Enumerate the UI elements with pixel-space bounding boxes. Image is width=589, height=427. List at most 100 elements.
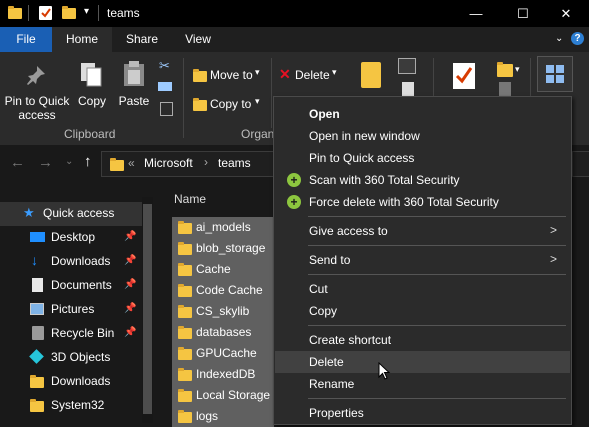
properties-icon[interactable] [39, 6, 52, 20]
menu-label: Open [309, 107, 340, 121]
menu-item-rename[interactable]: Rename [275, 373, 570, 395]
nav-item-recycle-bin[interactable]: Recycle Bin 📌 [0, 322, 142, 346]
menu-item-create-shortcut[interactable]: Create shortcut [275, 329, 570, 351]
cube-icon [29, 349, 44, 364]
move-to-dropdown-icon: ▾ [255, 67, 260, 77]
nav-item-downloads[interactable]: ↓ Downloads 📌 [0, 250, 142, 274]
properties-large-icon[interactable] [452, 62, 476, 90]
nav-item-downloads-folder[interactable]: Downloads [0, 370, 142, 394]
menu-separator [308, 398, 566, 399]
new-folder-icon[interactable] [62, 6, 76, 19]
copy-path-icon[interactable] [158, 82, 172, 91]
easy-access-icon[interactable] [402, 82, 414, 96]
nav-label: Pictures [51, 302, 95, 316]
nav-label: Recycle Bin [51, 326, 115, 340]
nav-item-3d-objects[interactable]: 3D Objects [0, 346, 142, 370]
minimize-button[interactable]: — [453, 0, 499, 27]
select-all-button[interactable] [537, 56, 573, 92]
menu-item-scan-360[interactable]: + Scan with 360 Total Security [275, 169, 570, 191]
up-arrow-icon[interactable]: ↑ [84, 153, 92, 170]
ribbon-delete-label: Delete [295, 68, 330, 82]
pin-icon [27, 66, 45, 85]
file-name: blob_storage [196, 241, 266, 255]
menu-label: Give access to [309, 224, 388, 238]
menu-label: Pin to Quick access [309, 151, 415, 165]
pin-to-quick-access-button[interactable]: Pin to Quick access [0, 52, 72, 124]
pinned-icon: 📌 [124, 279, 137, 290]
cut-icon[interactable]: ✂ [159, 58, 170, 74]
nav-item-system32[interactable]: System32 [0, 394, 142, 418]
menu-item-properties[interactable]: Properties [275, 402, 570, 424]
navigation-pane: ★ Quick access Desktop 📌 ↓ Downloads 📌 D… [0, 197, 153, 423]
menu-label: Properties [309, 406, 364, 420]
menu-item-open-new-window[interactable]: Open in new window [275, 125, 570, 147]
nav-scrollbar-thumb[interactable] [143, 204, 152, 414]
tab-home[interactable]: Home [52, 27, 112, 52]
breadcrumb-microsoft[interactable]: Microsoft [144, 156, 193, 170]
maximize-button[interactable]: ☐ [500, 0, 546, 27]
menu-item-copy[interactable]: Copy [275, 300, 570, 322]
folder-icon [178, 263, 192, 276]
move-to-button[interactable]: Move to ▾ [190, 65, 266, 85]
copy-button[interactable]: Copy [74, 52, 110, 124]
menu-item-send-to[interactable]: Send to > [275, 249, 570, 271]
file-name: Local Storage [196, 388, 271, 402]
nav-item-pictures[interactable]: Pictures 📌 [0, 298, 142, 322]
clipboard-icon [124, 61, 144, 86]
window-title: teams [107, 6, 140, 20]
download-arrow-icon: ↓ [31, 252, 38, 268]
ribbon-expand-icon[interactable]: ⌄ [555, 33, 563, 44]
folder-icon [178, 305, 192, 318]
nav-label: System32 [51, 398, 105, 412]
nav-item-quick-access[interactable]: ★ Quick access [0, 202, 142, 226]
menu-item-pin-quick-access[interactable]: Pin to Quick access [275, 147, 570, 169]
help-icon[interactable]: ? [571, 32, 584, 45]
search-box[interactable] [572, 151, 589, 177]
address-overflow[interactable]: « [128, 156, 135, 170]
menu-separator [308, 325, 566, 326]
group-separator-2 [271, 58, 272, 128]
nav-item-documents[interactable]: Documents 📌 [0, 274, 142, 298]
ribbon-delete-button[interactable]: ✕ Delete ▾ [277, 65, 341, 85]
back-arrow-icon[interactable]: ← [10, 154, 25, 171]
menu-label: Scan with 360 Total Security [309, 173, 460, 187]
open-dropdown-icon[interactable]: ▾ [515, 64, 520, 75]
close-button[interactable]: ✕ [543, 0, 589, 27]
nav-label: Desktop [51, 230, 96, 244]
new-folder-large-icon[interactable] [361, 62, 381, 88]
recent-locations-icon[interactable]: ⌄ [65, 156, 73, 167]
tab-share[interactable]: Share [114, 27, 170, 52]
name-column-header[interactable]: Name [174, 192, 206, 206]
tab-file[interactable]: File [0, 27, 52, 52]
breadcrumb-teams[interactable]: teams [218, 156, 251, 170]
file-name: logs [196, 409, 219, 423]
copy-to-button[interactable]: Copy to ▾ [190, 94, 266, 114]
folder-icon [178, 368, 192, 381]
pinned-icon: 📌 [124, 255, 137, 266]
menu-item-delete[interactable]: Delete [275, 351, 570, 373]
open-folder-icon[interactable] [497, 62, 513, 77]
menu-item-give-access[interactable]: Give access to > [275, 220, 570, 242]
folder-icon [178, 410, 192, 423]
menu-label: Copy [309, 304, 338, 318]
new-item-icon[interactable] [398, 58, 416, 74]
paste-shortcut-icon[interactable] [160, 102, 173, 116]
pictures-icon [30, 303, 44, 315]
move-to-label: Move to [210, 68, 253, 82]
address-bar[interactable]: « Microsoft › teams [101, 151, 279, 177]
forward-arrow-icon[interactable]: → [38, 154, 53, 171]
group-separator [183, 58, 184, 138]
paste-button[interactable]: Paste [114, 52, 154, 124]
tab-view[interactable]: View [170, 27, 226, 52]
menu-item-force-delete-360[interactable]: + Force delete with 360 Total Security [275, 191, 570, 213]
organize-group-label: Organ [241, 127, 275, 141]
pin-label-line2: access [18, 108, 56, 122]
folder-icon [178, 284, 192, 297]
nav-item-desktop[interactable]: Desktop 📌 [0, 226, 142, 250]
move-to-folder-icon [193, 69, 207, 82]
nav-label: Documents [51, 278, 112, 292]
qat-dropdown-icon[interactable]: ▾ [84, 6, 89, 17]
menu-item-open[interactable]: Open [275, 103, 570, 125]
submenu-arrow-icon: > [550, 223, 558, 237]
menu-item-cut[interactable]: Cut [275, 278, 570, 300]
